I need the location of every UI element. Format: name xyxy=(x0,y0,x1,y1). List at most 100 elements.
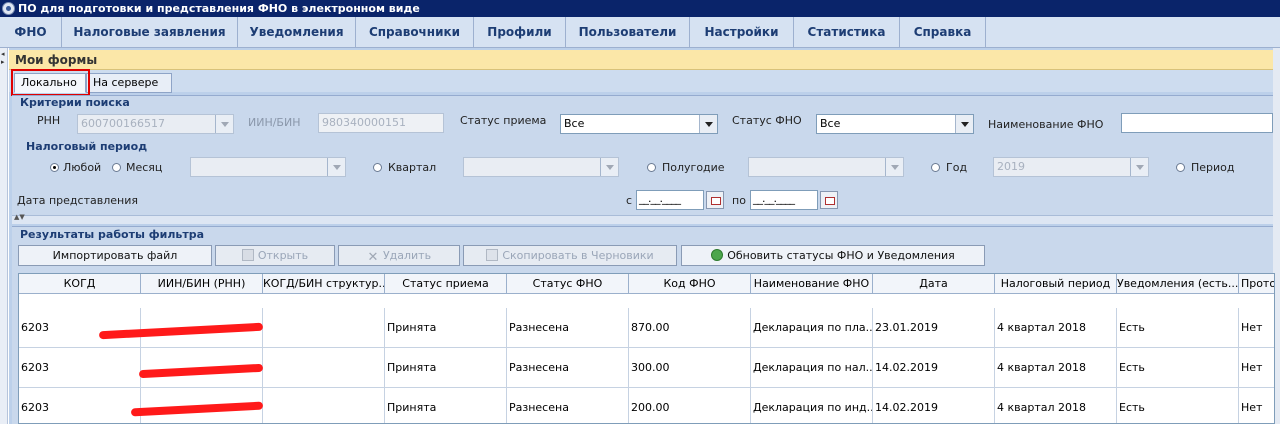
year-select[interactable]: 2019 xyxy=(993,157,1149,177)
menu-directories[interactable]: Справочники xyxy=(356,17,474,48)
main-menu: ФНО Налоговые заявления Уведомления Спра… xyxy=(0,17,1280,48)
calendar-icon[interactable] xyxy=(706,191,724,209)
fno-status-value: Все xyxy=(820,117,841,130)
radio-any-label: Любой xyxy=(63,161,102,174)
cell-kogd: 6203 xyxy=(19,308,141,348)
cell-code: 870.00 xyxy=(629,308,751,348)
menu-users[interactable]: Пользователи xyxy=(566,17,690,48)
window-titlebar: ПО для подготовки и представления ФНО в … xyxy=(0,0,1280,17)
column-header[interactable]: КОГД xyxy=(19,274,141,294)
refresh-label: Обновить статусы ФНО и Уведомления xyxy=(727,249,955,262)
menu-fno[interactable]: ФНО xyxy=(0,17,62,48)
criteria-title: Критерии поиска xyxy=(20,96,130,109)
halfyear-select[interactable] xyxy=(748,157,904,177)
quarter-select[interactable] xyxy=(463,157,619,177)
column-header[interactable]: Дата xyxy=(873,274,995,294)
cell-struct xyxy=(263,308,385,348)
chevron-down-icon xyxy=(955,115,973,133)
menu-notifications[interactable]: Уведомления xyxy=(238,17,356,48)
fno-name-field[interactable] xyxy=(1121,113,1273,133)
month-select[interactable] xyxy=(190,157,346,177)
column-header[interactable]: Код ФНО xyxy=(629,274,751,294)
column-header[interactable]: Уведомления (есть... xyxy=(1117,274,1239,294)
tab-server[interactable]: На сервере xyxy=(86,73,172,93)
radio-period[interactable] xyxy=(1176,163,1185,172)
radio-month[interactable] xyxy=(112,163,121,172)
cell-code: 200.00 xyxy=(629,388,751,423)
cell-status: Принята xyxy=(385,348,507,388)
cell-fno-status: Разнесена xyxy=(507,348,629,388)
results-title: Результаты работы фильтра xyxy=(20,228,205,241)
radio-year[interactable] xyxy=(931,163,940,172)
left-collapse-handle[interactable]: ◂ ▸ xyxy=(0,48,8,424)
menu-tax-applications[interactable]: Налоговые заявления xyxy=(62,17,238,48)
year-value: 2019 xyxy=(997,160,1025,173)
cell-name: Декларация по инд... xyxy=(751,388,873,423)
radio-any[interactable] xyxy=(50,163,59,172)
fno-status-select[interactable]: Все xyxy=(816,114,974,134)
column-header[interactable]: Наименование ФНО xyxy=(751,274,873,294)
chevron-down-icon xyxy=(885,158,903,176)
cell-notice: Есть xyxy=(1117,308,1239,348)
radio-halfyear-label: Полугодие xyxy=(662,161,725,174)
cell-period: 4 квартал 2018 xyxy=(995,348,1117,388)
column-header[interactable]: КОГД/БИН структур... xyxy=(263,274,385,294)
menu-statistics[interactable]: Статистика xyxy=(794,17,900,48)
date-from-label: с xyxy=(626,194,633,207)
column-header[interactable]: Прото xyxy=(1239,274,1274,294)
document-icon xyxy=(241,249,254,261)
tab-strip xyxy=(9,70,1273,92)
chevron-down-icon xyxy=(1130,158,1148,176)
chevron-down-icon xyxy=(600,158,618,176)
column-header[interactable]: Налоговый период xyxy=(995,274,1117,294)
copy-label: Скопировать в Черновики xyxy=(502,249,654,262)
window-title: ПО для подготовки и представления ФНО в … xyxy=(18,2,420,15)
status-select[interactable]: Все xyxy=(560,114,718,134)
cell-status: Принята xyxy=(385,308,507,348)
date-to-label: по xyxy=(732,194,746,207)
refresh-statuses-button[interactable]: Обновить статусы ФНО и Уведомления xyxy=(681,245,985,266)
import-file-button[interactable]: Импортировать файл xyxy=(18,245,212,266)
rnn-select[interactable]: 600700166517 xyxy=(77,114,234,134)
delete-label: Удалить xyxy=(382,249,432,262)
copy-icon xyxy=(486,249,499,261)
cell-proto: Нет xyxy=(1239,388,1274,423)
radio-year-label: Год xyxy=(946,161,968,174)
open-button[interactable]: Открыть xyxy=(215,245,335,266)
refresh-icon xyxy=(711,249,724,261)
cell-period: 4 квартал 2018 xyxy=(995,388,1117,423)
app-icon xyxy=(2,2,15,15)
panel-splitter[interactable]: ▲▼ xyxy=(12,213,1273,224)
cell-proto: Нет xyxy=(1239,308,1274,348)
cell-proto: Нет xyxy=(1239,348,1274,388)
chevron-down-icon xyxy=(215,115,233,133)
menu-help[interactable]: Справка xyxy=(900,17,986,48)
fno-status-label: Статус ФНО xyxy=(732,114,802,127)
cell-date: 14.02.2019 xyxy=(873,348,995,388)
radio-quarter[interactable] xyxy=(373,163,382,172)
cell-notice: Есть xyxy=(1117,348,1239,388)
results-table: КОГД ИИН/БИН (РНН) КОГД/БИН структур... … xyxy=(18,273,1275,424)
copy-to-drafts-button[interactable]: Скопировать в Черновики xyxy=(463,245,677,266)
calendar-icon[interactable] xyxy=(820,191,838,209)
iin-field[interactable]: 980340000151 xyxy=(318,113,444,133)
page-title: Мои формы xyxy=(9,50,1273,70)
radio-halfyear[interactable] xyxy=(647,163,656,172)
radio-quarter-label: Квартал xyxy=(388,161,437,174)
chevron-down-icon xyxy=(327,158,345,176)
column-header[interactable]: Статус приема xyxy=(385,274,507,294)
menu-settings[interactable]: Настройки xyxy=(690,17,794,48)
cell-kogd: 6203 xyxy=(19,348,141,388)
cell-struct xyxy=(263,348,385,388)
column-header[interactable]: Статус ФНО xyxy=(507,274,629,294)
cell-date: 23.01.2019 xyxy=(873,308,995,348)
cell-fno-status: Разнесена xyxy=(507,308,629,348)
column-header[interactable]: ИИН/БИН (РНН) xyxy=(141,274,263,294)
date-to-field[interactable]: __.__.____ xyxy=(750,190,818,210)
delete-button[interactable]: ✕ Удалить xyxy=(338,245,460,266)
submit-date-label: Дата представления xyxy=(17,194,138,207)
date-from-field[interactable]: __.__.____ xyxy=(636,190,704,210)
rnn-label: РНН xyxy=(37,114,61,127)
menu-profiles[interactable]: Профили xyxy=(474,17,566,48)
chevron-down-icon xyxy=(699,115,717,133)
